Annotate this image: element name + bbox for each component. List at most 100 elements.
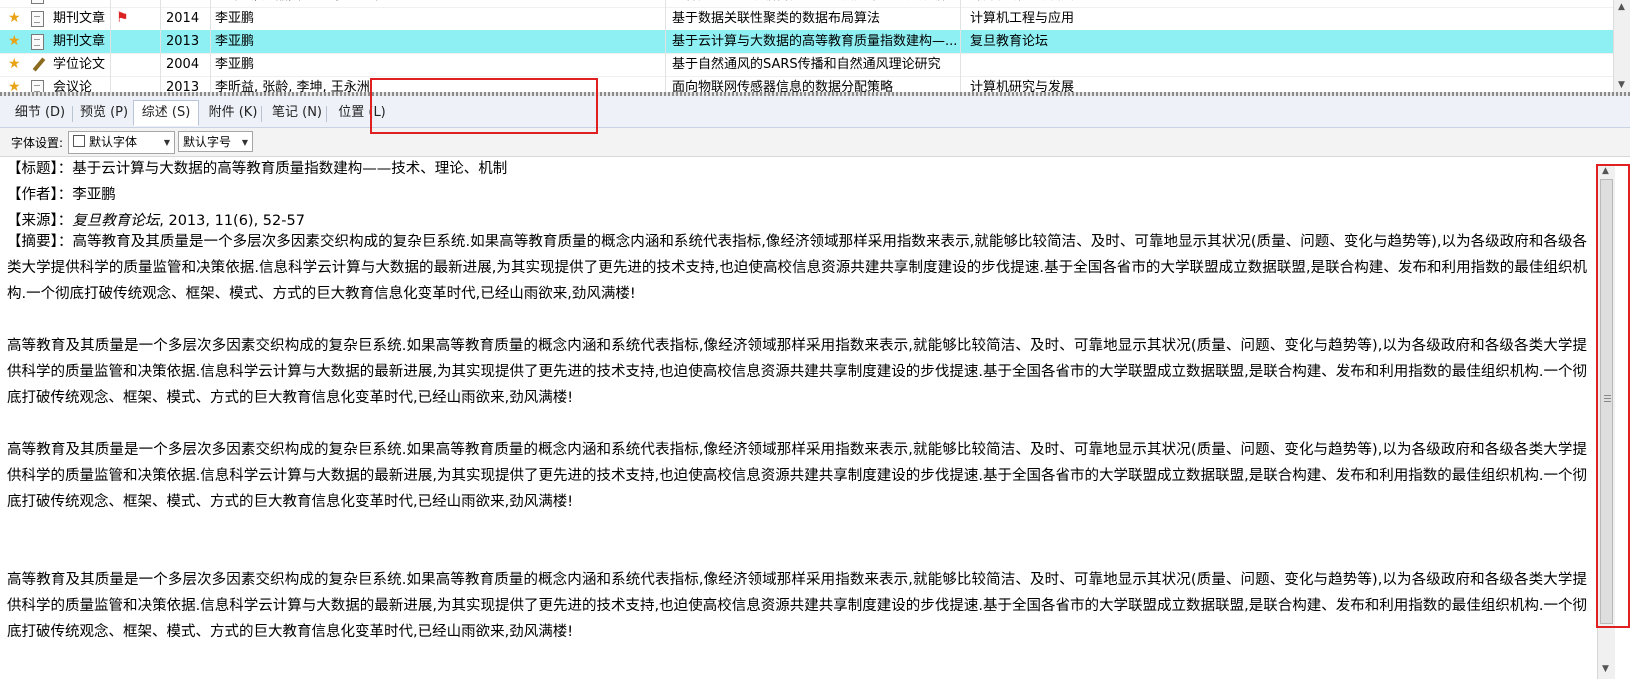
column-divider xyxy=(110,30,111,53)
summary-author-line: 【作者】：李亚鹏 xyxy=(7,183,116,204)
column-divider xyxy=(210,0,211,7)
summary-title: 基于云计算与大数据的高等教育质量指数建构——技术、理论、机制 xyxy=(72,161,508,177)
item-journal: 计算机研究与发展 xyxy=(970,80,1075,92)
font-family-select[interactable]: 默认字体 ▼ xyxy=(68,131,175,154)
star-icon[interactable]: ★ xyxy=(8,30,24,53)
column-divider xyxy=(665,53,666,76)
document-icon xyxy=(31,7,47,30)
item-title: 基于数据关联性聚类的数据布局算法 xyxy=(672,11,881,26)
item-author: 李亚鹏 xyxy=(215,11,255,26)
column-divider xyxy=(960,76,961,92)
item-type: 会议论 xyxy=(53,80,93,92)
scroll-up-icon[interactable]: ▲ xyxy=(1618,2,1625,12)
table-row[interactable]: ★ 学位论文 2004 李亚鹏 基于自然通风的SARS传播和自然通风理论研究 xyxy=(0,53,1613,77)
source-label: 【来源】： xyxy=(7,213,73,229)
tab-notes[interactable]: 笔记 (N) xyxy=(266,101,328,125)
font-size-value: 默认字号 xyxy=(183,135,232,149)
summary-paragraph: 高等教育及其质量是一个多层次多因素交织构成的复杂巨系统.如果高等教育质量的概念内… xyxy=(7,338,1587,406)
item-year: 2013 xyxy=(166,80,200,92)
item-type: 学位论文 xyxy=(53,57,106,72)
summary-author: 李亚鹏 xyxy=(72,187,116,203)
tab-divider xyxy=(72,106,73,122)
column-divider xyxy=(210,30,211,53)
item-year: 2004 xyxy=(166,57,200,72)
document-icon xyxy=(31,0,47,7)
star-icon[interactable]: ★ xyxy=(8,76,24,92)
source-detail: , 2013, 11(6), 52-57 xyxy=(159,213,305,229)
column-divider xyxy=(110,7,111,30)
column-divider xyxy=(160,30,161,53)
star-icon[interactable]: ★ xyxy=(8,0,24,7)
flag-icon xyxy=(116,76,134,92)
item-journal xyxy=(970,53,1610,76)
chevron-down-icon: ▼ xyxy=(163,138,170,147)
item-author: 刘泽宾, 加晶, 崔忠刚, 安学军 xyxy=(215,0,665,7)
item-year: 2013 xyxy=(166,0,216,7)
column-divider xyxy=(160,76,161,92)
item-title: 基于自然通风的SARS传播和自然通风理论研究 xyxy=(672,57,941,72)
tab-details[interactable]: 细节 (D) xyxy=(6,101,74,125)
table-row[interactable]: ★ 期刊文章 ⚑ 2014 李亚鹏 基于数据关联性聚类的数据布局算法 计算机工程与应用 xyxy=(0,7,1613,31)
chevron-down-icon: ▼ xyxy=(241,138,248,147)
item-year: 2014 xyxy=(166,11,200,26)
font-icon xyxy=(73,135,85,147)
tab-preview[interactable]: 预览 (P) xyxy=(74,101,134,125)
list-scrollbar[interactable]: ▲ ▼ xyxy=(1613,0,1630,92)
document-icon xyxy=(31,30,47,53)
font-toolbar: 字体设置: 默认字体 ▼ 默认字号 ▼ xyxy=(0,128,1630,157)
item-title: 面向物联网传感器信息的数据分配策略 xyxy=(672,80,894,92)
records-list[interactable]: ★期刊文章2013刘泽宾, 加晶, 崔忠刚, 安学军一种支持海量数据备份的可扩展… xyxy=(0,0,1613,92)
column-divider xyxy=(665,7,666,30)
scroll-down-icon[interactable]: ▼ xyxy=(1618,80,1625,90)
detail-tabs: 细节 (D) 预览 (P) 综述 (S) 附件 (K) 笔记 (N) 位置 (L… xyxy=(0,96,1630,128)
flag-icon: ⚑ xyxy=(116,10,129,26)
font-settings-label: 字体设置: xyxy=(11,136,64,150)
summary-paragraph: 高等教育及其质量是一个多层次多因素交织构成的复杂巨系统.如果高等教育质量的概念内… xyxy=(7,442,1587,510)
summary-abstract: 【摘要】：高等教育及其质量是一个多层次多因素交织构成的复杂巨系统.如果高等教育质… xyxy=(7,229,1587,307)
column-divider xyxy=(210,76,211,92)
summary-paragraph: 高等教育及其质量是一个多层次多因素交织构成的复杂巨系统.如果高等教育质量的概念内… xyxy=(7,572,1587,640)
column-divider xyxy=(960,30,961,53)
author-label: 【作者】： xyxy=(7,187,73,203)
star-icon[interactable]: ★ xyxy=(8,53,24,76)
column-divider xyxy=(160,7,161,30)
item-journal: 计算机工程与应用 xyxy=(970,11,1075,26)
column-divider xyxy=(665,30,666,53)
item-type: 期刊文章 xyxy=(53,0,108,7)
title-label: 【标题】： xyxy=(7,161,73,177)
column-divider xyxy=(160,53,161,76)
column-divider xyxy=(110,0,111,7)
item-author: 李亚鹏 xyxy=(215,57,255,72)
column-divider xyxy=(160,0,161,7)
highlight-box xyxy=(1596,164,1630,628)
column-divider xyxy=(960,7,961,30)
item-title: 基于云计算与大数据的高等教育质量指数建构—... xyxy=(672,34,957,49)
document-icon xyxy=(31,76,47,92)
scroll-down-icon[interactable]: ▼ xyxy=(1602,664,1609,674)
flag-icon xyxy=(116,0,134,7)
column-divider xyxy=(665,0,666,7)
item-journal: 复旦教育论坛 xyxy=(970,34,1049,49)
summary-content[interactable]: 【标题】：基于云计算与大数据的高等教育质量指数建构——技术、理论、机制 【作者】… xyxy=(0,157,1595,679)
table-row[interactable]: ★ 期刊文章 2013 李亚鹏 基于云计算与大数据的高等教育质量指数建构—... 复旦教育… xyxy=(0,30,1613,54)
item-year: 2013 xyxy=(166,34,200,49)
summary-title-line: 【标题】：基于云计算与大数据的高等教育质量指数建构——技术、理论、机制 xyxy=(7,157,507,178)
flag-icon xyxy=(116,53,134,76)
column-divider xyxy=(110,53,111,76)
column-divider xyxy=(960,53,961,76)
item-type: 期刊文章 xyxy=(53,11,106,26)
tab-summary[interactable]: 综述 (S) xyxy=(133,100,199,126)
item-title: 一种支持海量数据备份的可扩展分布式重复数据... xyxy=(672,0,957,7)
item-journal: 计算机研究与发展 xyxy=(970,0,1610,7)
tab-attachments[interactable]: 附件 (K) xyxy=(203,101,263,125)
table-row[interactable]: ★ 会议论 2013 李昕益, 张龄, 李坤, 王永洲 面向物联网传感器信息的数据分配策… xyxy=(0,76,1613,92)
font-size-select[interactable]: 默认字号 ▼ xyxy=(178,131,253,152)
abstract-label: 【摘要】： xyxy=(7,234,73,250)
column-divider xyxy=(210,53,211,76)
item-type: 期刊文章 xyxy=(53,34,106,49)
tab-divider xyxy=(261,106,262,122)
source-journal: 复旦教育论坛 xyxy=(72,213,160,229)
highlight-box xyxy=(370,78,598,134)
column-divider xyxy=(960,0,961,7)
star-icon[interactable]: ★ xyxy=(8,7,24,30)
